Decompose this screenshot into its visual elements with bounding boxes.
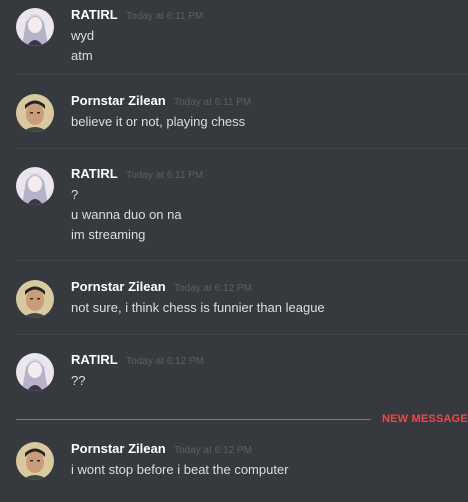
avatar[interactable] (16, 353, 54, 391)
username[interactable]: Pornstar Zilean (71, 93, 166, 108)
message-text: atm (71, 48, 93, 63)
username[interactable]: RATIRL (71, 166, 118, 181)
message-text: ? (71, 187, 79, 202)
timestamp: Today at 6:11 PM (174, 97, 252, 108)
new-messages-divider: NEW MESSAGES (16, 413, 468, 427)
message-text: u wanna duo on na (71, 207, 182, 222)
anime-girl-avatar-icon (16, 167, 54, 205)
timestamp: Today at 6:11 PM (126, 11, 204, 22)
new-messages-label[interactable]: NEW MESSAGES (382, 413, 468, 425)
anime-girl-avatar-icon (16, 8, 54, 46)
username[interactable]: RATIRL (71, 352, 118, 367)
timestamp: Today at 6:11 PM (126, 170, 204, 181)
man-face-avatar-icon (16, 442, 54, 480)
message-separator (16, 334, 468, 335)
username[interactable]: Pornstar Zilean (71, 279, 166, 294)
timestamp: Today at 6:12 PM (126, 356, 204, 367)
avatar[interactable] (16, 442, 54, 480)
new-messages-rule (16, 419, 371, 420)
avatar[interactable] (16, 94, 54, 132)
message-text: not sure, i think chess is funnier than … (71, 300, 325, 315)
message-text: im streaming (71, 227, 146, 242)
message-separator (16, 148, 468, 149)
username[interactable]: RATIRL (71, 7, 118, 22)
anime-girl-avatar-icon (16, 353, 54, 391)
message-separator (16, 74, 468, 75)
message-text: wyd (71, 28, 95, 43)
avatar[interactable] (16, 8, 54, 46)
chat-message-list: RATIRL Today at 6:11 PM wyd atm Pornstar… (0, 0, 468, 502)
message-text: believe it or not, playing chess (71, 114, 246, 129)
man-face-avatar-icon (16, 94, 54, 132)
timestamp: Today at 6:12 PM (174, 283, 252, 294)
username[interactable]: Pornstar Zilean (71, 441, 166, 456)
message-text: i wont stop before i beat the computer (71, 462, 289, 477)
message-text: ?? (71, 373, 86, 388)
avatar[interactable] (16, 167, 54, 205)
avatar[interactable] (16, 280, 54, 318)
message-separator (16, 260, 468, 261)
timestamp: Today at 6:12 PM (174, 445, 252, 456)
man-face-avatar-icon (16, 280, 54, 318)
